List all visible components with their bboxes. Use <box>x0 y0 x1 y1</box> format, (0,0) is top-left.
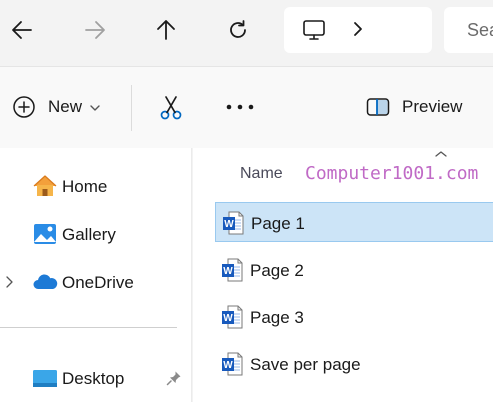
more-icon <box>226 104 254 110</box>
file-row-save-per-page[interactable]: W Save per page <box>215 344 493 384</box>
arrow-right-icon <box>85 21 105 39</box>
svg-text:W: W <box>223 266 233 277</box>
file-row-page-2[interactable]: W Page 2 <box>215 250 493 290</box>
sidebar-item-onedrive[interactable]: OneDrive <box>0 266 190 298</box>
file-name: Page 3 <box>250 308 304 327</box>
sidebar-item-gallery[interactable]: Gallery <box>0 218 190 250</box>
navigation-pane: Home Gallery OneDrive Desktop <box>0 148 192 402</box>
arrow-left-icon <box>12 21 32 39</box>
cut-button[interactable] <box>159 95 183 121</box>
preview-pane-icon <box>366 98 390 116</box>
file-name: Save per page <box>250 355 361 374</box>
word-document-icon: W <box>222 258 243 282</box>
navpane-divider <box>0 327 177 328</box>
forward-button[interactable] <box>77 12 113 48</box>
svg-text:W: W <box>223 360 233 371</box>
desktop-icon <box>33 370 57 387</box>
home-icon <box>33 175 57 196</box>
back-button[interactable] <box>4 12 40 48</box>
file-name: Page 1 <box>251 214 305 233</box>
onedrive-icon <box>33 274 58 289</box>
word-document-icon: W <box>222 352 243 376</box>
search-placeholder: Sea <box>467 20 493 40</box>
command-bar: New Preview <box>0 66 493 148</box>
up-button[interactable] <box>148 12 184 48</box>
more-options-button[interactable] <box>226 104 254 110</box>
new-button[interactable]: New <box>12 95 100 119</box>
chevron-right-icon[interactable] <box>352 21 364 37</box>
svg-text:W: W <box>223 313 233 324</box>
preview-button[interactable]: Preview <box>366 97 462 117</box>
this-pc-icon <box>303 20 325 40</box>
preview-label: Preview <box>402 97 463 116</box>
file-row-page-3[interactable]: W Page 3 <box>215 297 493 337</box>
gallery-icon <box>34 224 56 244</box>
svg-text:W: W <box>224 219 234 230</box>
refresh-button[interactable] <box>220 12 256 48</box>
word-document-icon: W <box>223 211 244 235</box>
sidebar-item-label: Gallery <box>62 225 116 244</box>
sidebar-item-label: Desktop <box>62 369 125 388</box>
watermark-text: Computer1001.com <box>305 163 479 184</box>
new-label: New <box>48 97 83 116</box>
search-box[interactable]: Sea <box>444 7 493 53</box>
word-document-icon: W <box>222 305 243 329</box>
address-bar[interactable] <box>284 7 432 53</box>
sidebar-item-label: Home <box>62 177 108 196</box>
file-list: Name Computer1001.com W Page 1 W Page 2 … <box>193 148 493 402</box>
navigation-bar: Sea <box>0 0 493 62</box>
column-header-name[interactable]: Name <box>240 165 283 183</box>
command-separator <box>131 85 132 131</box>
sidebar-item-desktop[interactable]: Desktop <box>0 362 190 394</box>
plus-circle-icon <box>13 96 35 118</box>
sidebar-item-home[interactable]: Home <box>0 170 190 202</box>
scissors-icon <box>160 96 182 120</box>
refresh-icon <box>230 20 246 38</box>
file-row-page-1[interactable]: W Page 1 <box>215 202 493 242</box>
pin-icon[interactable] <box>166 370 182 386</box>
chevron-down-icon <box>90 105 100 111</box>
arrow-up-icon <box>157 20 175 40</box>
chevron-right-icon[interactable] <box>5 276 13 288</box>
file-name: Page 2 <box>250 261 304 280</box>
sidebar-item-label: OneDrive <box>62 273 134 292</box>
sort-ascending-icon <box>435 151 447 157</box>
